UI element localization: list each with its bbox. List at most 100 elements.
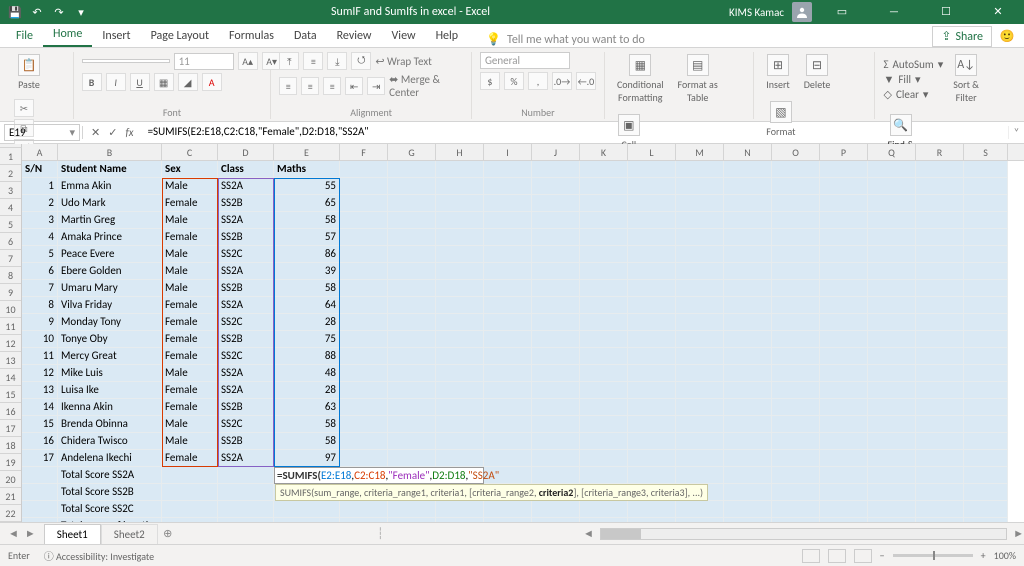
cell-I17[interactable] — [484, 433, 532, 450]
cell-B19[interactable]: Total Score SS2A — [58, 467, 162, 484]
cell-H9[interactable] — [436, 297, 484, 314]
cell-D16[interactable]: SS2C — [218, 416, 274, 433]
cell-S21[interactable] — [964, 501, 1008, 518]
cell-N1[interactable] — [724, 161, 772, 178]
cell-F16[interactable] — [340, 416, 388, 433]
cell-I18[interactable] — [484, 450, 532, 467]
format-as-table-button[interactable]: ▤Format as Table — [674, 52, 722, 106]
cell-K11[interactable] — [580, 331, 628, 348]
cancel-formula-icon[interactable]: ✕ — [91, 126, 100, 139]
cell-N16[interactable] — [724, 416, 772, 433]
cell-F4[interactable] — [340, 212, 388, 229]
active-cell-editor[interactable]: =SUMIFS(E2:E18,C2:C18,"Female",D2:D18,"S… — [274, 467, 484, 484]
cell-M21[interactable] — [676, 501, 724, 518]
col-header-O[interactable]: O — [772, 144, 820, 160]
tab-insert[interactable]: Insert — [92, 25, 140, 47]
cell-D14[interactable]: SS2A — [218, 382, 274, 399]
align-left-icon[interactable]: ≡ — [279, 77, 297, 95]
cell-R14[interactable] — [916, 382, 964, 399]
indent-inc-icon[interactable]: ⇥ — [367, 77, 385, 95]
cell-D15[interactable]: SS2B — [218, 399, 274, 416]
cell-P2[interactable] — [820, 178, 868, 195]
tab-pagelayout[interactable]: Page Layout — [141, 25, 219, 47]
cell-I9[interactable] — [484, 297, 532, 314]
cell-L18[interactable] — [628, 450, 676, 467]
column-headers[interactable]: ABCDEFGHIJKLMNOPQRS — [22, 144, 1024, 161]
cell-M9[interactable] — [676, 297, 724, 314]
cell-C8[interactable]: Male — [162, 280, 218, 297]
col-header-G[interactable]: G — [388, 144, 436, 160]
name-box[interactable]: E19▾ — [4, 124, 80, 141]
cell-L15[interactable] — [628, 399, 676, 416]
col-header-I[interactable]: I — [484, 144, 532, 160]
cell-D3[interactable]: SS2B — [218, 195, 274, 212]
cell-H22[interactable] — [436, 518, 484, 522]
cell-D13[interactable]: SS2A — [218, 365, 274, 382]
col-header-R[interactable]: R — [916, 144, 964, 160]
cell-A16[interactable]: 15 — [22, 416, 58, 433]
cell-B18[interactable]: Andelena Ikechi — [58, 450, 162, 467]
cell-Q20[interactable] — [868, 484, 916, 501]
cell-A6[interactable]: 5 — [22, 246, 58, 263]
cell-O7[interactable] — [772, 263, 820, 280]
cell-D12[interactable]: SS2C — [218, 348, 274, 365]
formula-expand-icon[interactable]: ˅ — [1008, 126, 1024, 139]
cell-N14[interactable] — [724, 382, 772, 399]
cell-H16[interactable] — [436, 416, 484, 433]
cell-G8[interactable] — [388, 280, 436, 297]
cell-H17[interactable] — [436, 433, 484, 450]
cell-M2[interactable] — [676, 178, 724, 195]
cell-R2[interactable] — [916, 178, 964, 195]
insert-cells-button[interactable]: ⊞Insert — [762, 52, 794, 93]
cell-L11[interactable] — [628, 331, 676, 348]
row-header-22[interactable]: 22 — [0, 505, 21, 522]
cell-E17[interactable]: 58 — [274, 433, 340, 450]
spreadsheet-grid[interactable]: 12345678910111213141516171819202122 ABCD… — [0, 144, 1024, 522]
fx-icon[interactable]: fx — [125, 126, 133, 139]
cell-D9[interactable]: SS2A — [218, 297, 274, 314]
sheet-tab-2[interactable]: Sheet2 — [101, 524, 158, 544]
cell-C18[interactable]: Female — [162, 450, 218, 467]
cell-I22[interactable] — [484, 518, 532, 522]
cell-C6[interactable]: Male — [162, 246, 218, 263]
cell-N2[interactable] — [724, 178, 772, 195]
accessibility-status[interactable]: ⓘ Accessibility: Investigate — [44, 548, 154, 563]
cell-L17[interactable] — [628, 433, 676, 450]
cell-A5[interactable]: 4 — [22, 229, 58, 246]
row-header-12[interactable]: 12 — [0, 335, 21, 352]
cell-R20[interactable] — [916, 484, 964, 501]
cell-R18[interactable] — [916, 450, 964, 467]
cell-C1[interactable]: Sex — [162, 161, 218, 178]
cell-S10[interactable] — [964, 314, 1008, 331]
cell-E21[interactable] — [274, 501, 340, 518]
cell-F22[interactable] — [340, 518, 388, 522]
cell-K21[interactable] — [580, 501, 628, 518]
cell-N15[interactable] — [724, 399, 772, 416]
cell-K18[interactable] — [580, 450, 628, 467]
paste-button[interactable]: 📋 Paste — [14, 52, 44, 93]
cell-R4[interactable] — [916, 212, 964, 229]
cell-R19[interactable] — [916, 467, 964, 484]
cell-C4[interactable]: Male — [162, 212, 218, 229]
cell-M14[interactable] — [676, 382, 724, 399]
col-header-P[interactable]: P — [820, 144, 868, 160]
cell-O19[interactable] — [772, 467, 820, 484]
cell-K17[interactable] — [580, 433, 628, 450]
row-header-15[interactable]: 15 — [0, 386, 21, 403]
cell-D11[interactable]: SS2B — [218, 331, 274, 348]
col-header-J[interactable]: J — [532, 144, 580, 160]
tab-split-handle[interactable]: ┆ — [377, 527, 384, 540]
cell-J3[interactable] — [532, 195, 580, 212]
cell-A17[interactable]: 16 — [22, 433, 58, 450]
cell-O12[interactable] — [772, 348, 820, 365]
cell-J9[interactable] — [532, 297, 580, 314]
cell-N17[interactable] — [724, 433, 772, 450]
cell-A7[interactable]: 6 — [22, 263, 58, 280]
cell-G11[interactable] — [388, 331, 436, 348]
cell-S6[interactable] — [964, 246, 1008, 263]
zoom-slider[interactable] — [893, 554, 973, 557]
cell-B6[interactable]: Peace Evere — [58, 246, 162, 263]
close-icon[interactable]: ✕ — [976, 0, 1020, 24]
cell-D18[interactable]: SS2A — [218, 450, 274, 467]
cell-S11[interactable] — [964, 331, 1008, 348]
